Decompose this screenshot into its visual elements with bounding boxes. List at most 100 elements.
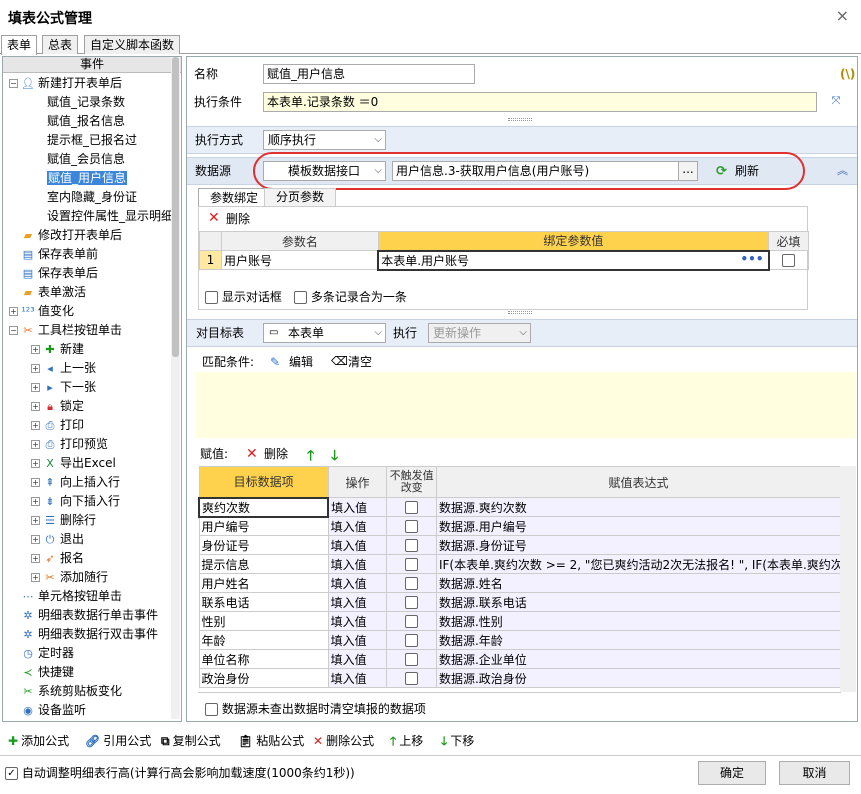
collapse-icon[interactable]: − xyxy=(9,79,18,88)
clear-checkbox[interactable] xyxy=(205,703,218,716)
required-checkbox[interactable] xyxy=(782,254,796,267)
operation-cell[interactable]: 填入值 xyxy=(327,592,388,612)
delete-icon[interactable]: ✕ xyxy=(208,210,220,226)
expression-cell[interactable]: 数据源.用户编号 xyxy=(435,516,841,536)
table-row[interactable]: 用户编号 填入值 数据源.用户编号 xyxy=(198,516,841,536)
ok-button[interactable]: 确定 xyxy=(698,761,766,785)
expression-cell[interactable]: 数据源.年龄 xyxy=(435,630,841,650)
tree-item[interactable]: 提示框_已报名过 xyxy=(47,131,137,150)
table-row[interactable]: 联系电话 填入值 数据源.联系电话 xyxy=(198,592,841,612)
cancel-button[interactable]: 取消 xyxy=(779,761,850,785)
table-row[interactable]: 爽约次数 填入值 数据源.爽约次数 xyxy=(198,496,841,518)
tree-item[interactable]: + ◂ 上一张 xyxy=(31,359,96,378)
tree-item[interactable]: + ⎙ 打印预览 xyxy=(31,435,108,454)
tree-item[interactable]: ≺ 快捷键 xyxy=(9,663,74,682)
tree-item[interactable]: + ⏻ 退出 xyxy=(31,530,84,549)
no-trigger-checkbox[interactable] xyxy=(405,539,419,552)
paste-formula-button[interactable]: 📋︎ 粘贴公式 xyxy=(238,731,304,751)
tab-form[interactable]: 表单 xyxy=(1,35,38,55)
expand-icon[interactable]: + xyxy=(31,573,40,582)
tree-item[interactable]: 赋值_记录条数 xyxy=(47,93,125,112)
add-formula-button[interactable]: ✚ 添加公式 xyxy=(8,731,69,751)
no-trigger-checkbox[interactable] xyxy=(405,577,419,590)
tree-item[interactable]: ⋯ 单元格按钮单击 xyxy=(9,587,123,606)
expand-icon[interactable]: + xyxy=(31,383,40,392)
operation-cell[interactable]: 填入值 xyxy=(327,497,388,517)
target-item-cell[interactable]: 爽约次数 xyxy=(198,496,330,518)
no-trigger-cell[interactable] xyxy=(386,554,437,574)
tab-param-binding[interactable]: 参数绑定 xyxy=(198,188,270,207)
expression-cell[interactable]: 数据源.姓名 xyxy=(435,573,841,593)
expand-icon[interactable]: + xyxy=(31,402,40,411)
no-trigger-checkbox[interactable] xyxy=(405,653,419,666)
operation-cell[interactable]: 填入值 xyxy=(327,611,388,631)
operation-cell[interactable]: 填入值 xyxy=(327,516,388,536)
target-exec-select[interactable]: 更新操作 ⌵ xyxy=(428,323,531,343)
param-name-cell[interactable]: 用户账号 xyxy=(220,250,379,270)
expand-icon[interactable]: + xyxy=(31,459,40,468)
no-trigger-checkbox[interactable] xyxy=(405,596,419,609)
auto-row-height-checkbox[interactable]: ✓ xyxy=(5,767,18,780)
tree-item[interactable]: 室内隐藏_身份证 xyxy=(47,188,137,207)
tree-item[interactable]: 赋值_会员信息 xyxy=(47,150,125,169)
target-item-cell[interactable]: 用户姓名 xyxy=(198,573,329,593)
merge-records-option[interactable]: 多条记录合为一条 xyxy=(294,288,407,305)
clear-option[interactable]: 数据源未查出数据时清空填报的数据项 xyxy=(205,700,426,717)
expression-cell[interactable]: 数据源.企业单位 xyxy=(435,649,841,669)
condition-input[interactable]: 本表单.记录条数 ＝0 xyxy=(263,92,817,112)
required-cell[interactable] xyxy=(768,250,809,270)
no-trigger-cell[interactable] xyxy=(386,535,437,555)
move-down-button[interactable]: 🡓 下移 xyxy=(441,731,474,751)
target-item-cell[interactable]: 性别 xyxy=(198,611,329,631)
tree-item[interactable]: ✲ 明细表数据行单击事件 xyxy=(9,606,158,625)
no-trigger-checkbox[interactable] xyxy=(405,672,419,685)
splitter-grip[interactable] xyxy=(508,311,532,314)
no-trigger-cell[interactable] xyxy=(386,497,437,517)
tree-item[interactable]: + 🔒︎ 锁定 xyxy=(31,397,84,416)
tree-item[interactable]: + ▸ 下一张 xyxy=(31,378,96,397)
tree-item[interactable]: ◷ 定时器 xyxy=(9,644,74,663)
tab-custom-script[interactable]: 自定义脚本函数 xyxy=(84,35,181,54)
eraser-icon[interactable]: ⌫ xyxy=(331,354,348,368)
operation-cell[interactable]: 填入值 xyxy=(327,554,388,574)
expand-icon[interactable]: + xyxy=(31,345,40,354)
expression-cell[interactable]: 数据源.联系电话 xyxy=(435,592,841,612)
move-up-button[interactable]: 🡑 上移 xyxy=(390,731,423,751)
expression-cell[interactable]: IF(本表单.爽约次数 >= 2, "您已爽约活动2次无法报名! ", IF(本… xyxy=(435,554,841,574)
name-input[interactable]: 赋值_用户信息 xyxy=(263,64,475,84)
auto-row-height-option[interactable]: ✓ 自动调整明细表行高(计算行高会影响加载速度(1000条约1秒)) xyxy=(5,764,355,781)
tree-item[interactable]: 设置控件属性_显示明细 xyxy=(47,207,173,226)
tree-item[interactable]: + ⎙ 打印 xyxy=(31,416,84,435)
target-item-cell[interactable]: 年龄 xyxy=(198,630,329,650)
expand-icon[interactable]: + xyxy=(9,307,18,316)
table-row[interactable]: 1 用户账号 本表单.用户账号 ••• xyxy=(199,249,809,271)
function-icon[interactable]: (\) xyxy=(840,64,855,84)
expand-icon[interactable]: + xyxy=(31,364,40,373)
ref-formula-button[interactable]: 🔗︎ 引用公式 xyxy=(85,731,151,751)
target-item-cell[interactable]: 单位名称 xyxy=(198,649,329,669)
match-clear-button[interactable]: 清空 xyxy=(348,352,372,372)
table-row[interactable]: 提示信息 填入值 IF(本表单.爽约次数 >= 2, "您已爽约活动2次无法报名! … xyxy=(198,554,841,574)
tree-item[interactable]: + ➶ 报名 xyxy=(31,549,84,568)
scrollbar-thumb[interactable] xyxy=(172,57,179,357)
no-trigger-checkbox[interactable] xyxy=(405,558,419,571)
no-trigger-cell[interactable] xyxy=(386,649,437,669)
expand-icon[interactable]: + xyxy=(31,478,40,487)
operation-cell[interactable]: 填入值 xyxy=(327,535,388,555)
collapse-up-icon[interactable]: ︽ xyxy=(837,162,848,178)
expand-icon[interactable]: + xyxy=(31,554,40,563)
target-item-cell[interactable]: 政治身份 xyxy=(198,668,329,688)
tree-item[interactable]: + ✚ 新建 xyxy=(31,340,84,359)
operation-cell[interactable]: 填入值 xyxy=(327,668,388,688)
tree-item[interactable]: ▤ 保存表单后 xyxy=(9,264,98,283)
table-row[interactable]: 用户姓名 填入值 数据源.姓名 xyxy=(198,573,841,593)
target-item-cell[interactable]: 提示信息 xyxy=(198,554,329,574)
expression-cell[interactable]: 数据源.性别 xyxy=(435,611,841,631)
tree-item[interactable]: ▰ 表单激活 xyxy=(9,283,86,302)
expression-cell[interactable]: 数据源.爽约次数 xyxy=(435,497,841,517)
show-dialog-checkbox[interactable] xyxy=(205,291,218,304)
match-condition-area[interactable] xyxy=(196,372,856,438)
tab-summary[interactable]: 总表 xyxy=(42,35,79,54)
delete-formula-button[interactable]: ✕ 删除公式 xyxy=(313,731,374,751)
tree-item[interactable]: ▤ 保存表单前 xyxy=(9,245,98,264)
